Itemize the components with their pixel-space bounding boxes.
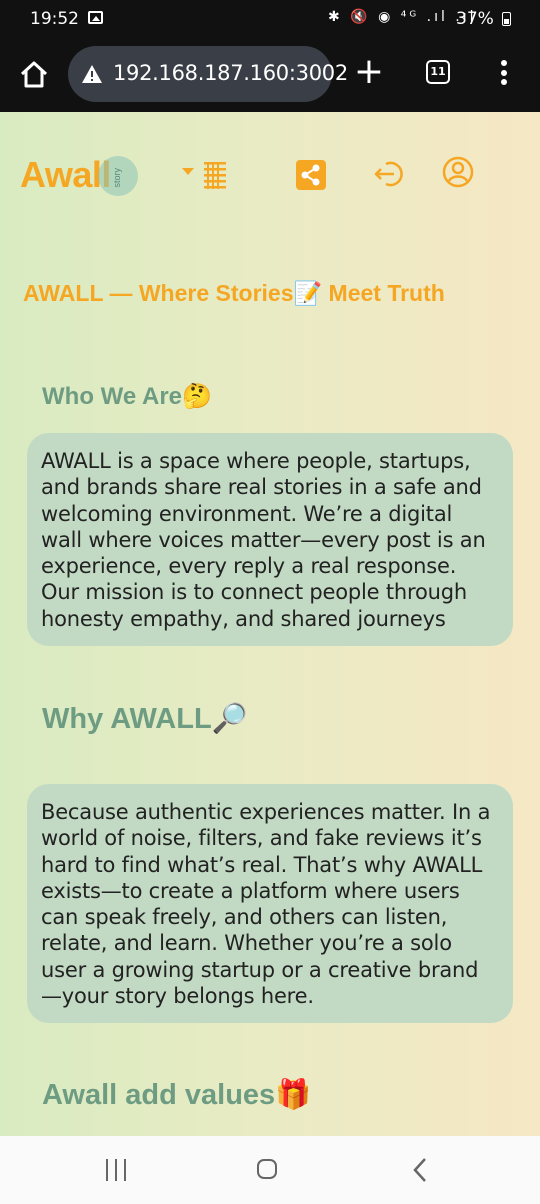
address-bar[interactable]: 192.168.187.160:3002 [68,46,348,102]
clock: 19:52 [30,9,79,29]
url-text[interactable]: 192.168.187.160:3002 [113,61,348,85]
home-button-icon[interactable] [257,1159,277,1179]
section-title-add-values: Awall add values🎁 [42,1079,312,1111]
browser-menu-icon[interactable] [498,60,510,88]
recent-apps-icon[interactable] [104,1159,128,1181]
back-icon[interactable] [410,1157,430,1183]
page-headline: AWALL — Where Stories📝 Meet Truth [23,280,445,306]
logo[interactable]: Awall story [20,154,138,198]
gallery-icon [88,11,103,24]
home-icon[interactable] [18,58,50,90]
warning-icon[interactable] [81,64,103,84]
page-content: Awall story AWALL — Where Stories📝 Meet … [0,112,540,1136]
section-title-why-awall: Why AWALL🔎 [42,703,248,735]
new-tab-button[interactable]: + [352,54,386,90]
system-navigation-bar [0,1136,540,1204]
share-icon[interactable] [296,160,326,190]
logout-icon[interactable] [374,158,406,190]
battery-percentage: 37% [456,9,494,29]
tab-switcher-button[interactable]: 11 [426,60,450,84]
system-status-icons: ✱ 🔇 ◉ ⁴ᴳ .ıl .ıl [328,9,477,25]
status-bar: 19:52 ✱ 🔇 ◉ ⁴ᴳ .ıl .ıl 37% [0,0,540,38]
profile-icon[interactable] [442,156,474,188]
section-card-who-we-are: AWALL is a space where people, startups,… [27,433,513,646]
browser-toolbar: 192.168.187.160:3002 + 11 [0,38,540,112]
section-card-why-awall: Because authentic experiences matter. In… [27,784,513,1023]
battery-icon [502,12,511,26]
logo-subtext: story [112,168,122,188]
menu-icon[interactable] [182,160,230,192]
section-title-who-we-are: Who We Are🤔 [42,383,212,410]
